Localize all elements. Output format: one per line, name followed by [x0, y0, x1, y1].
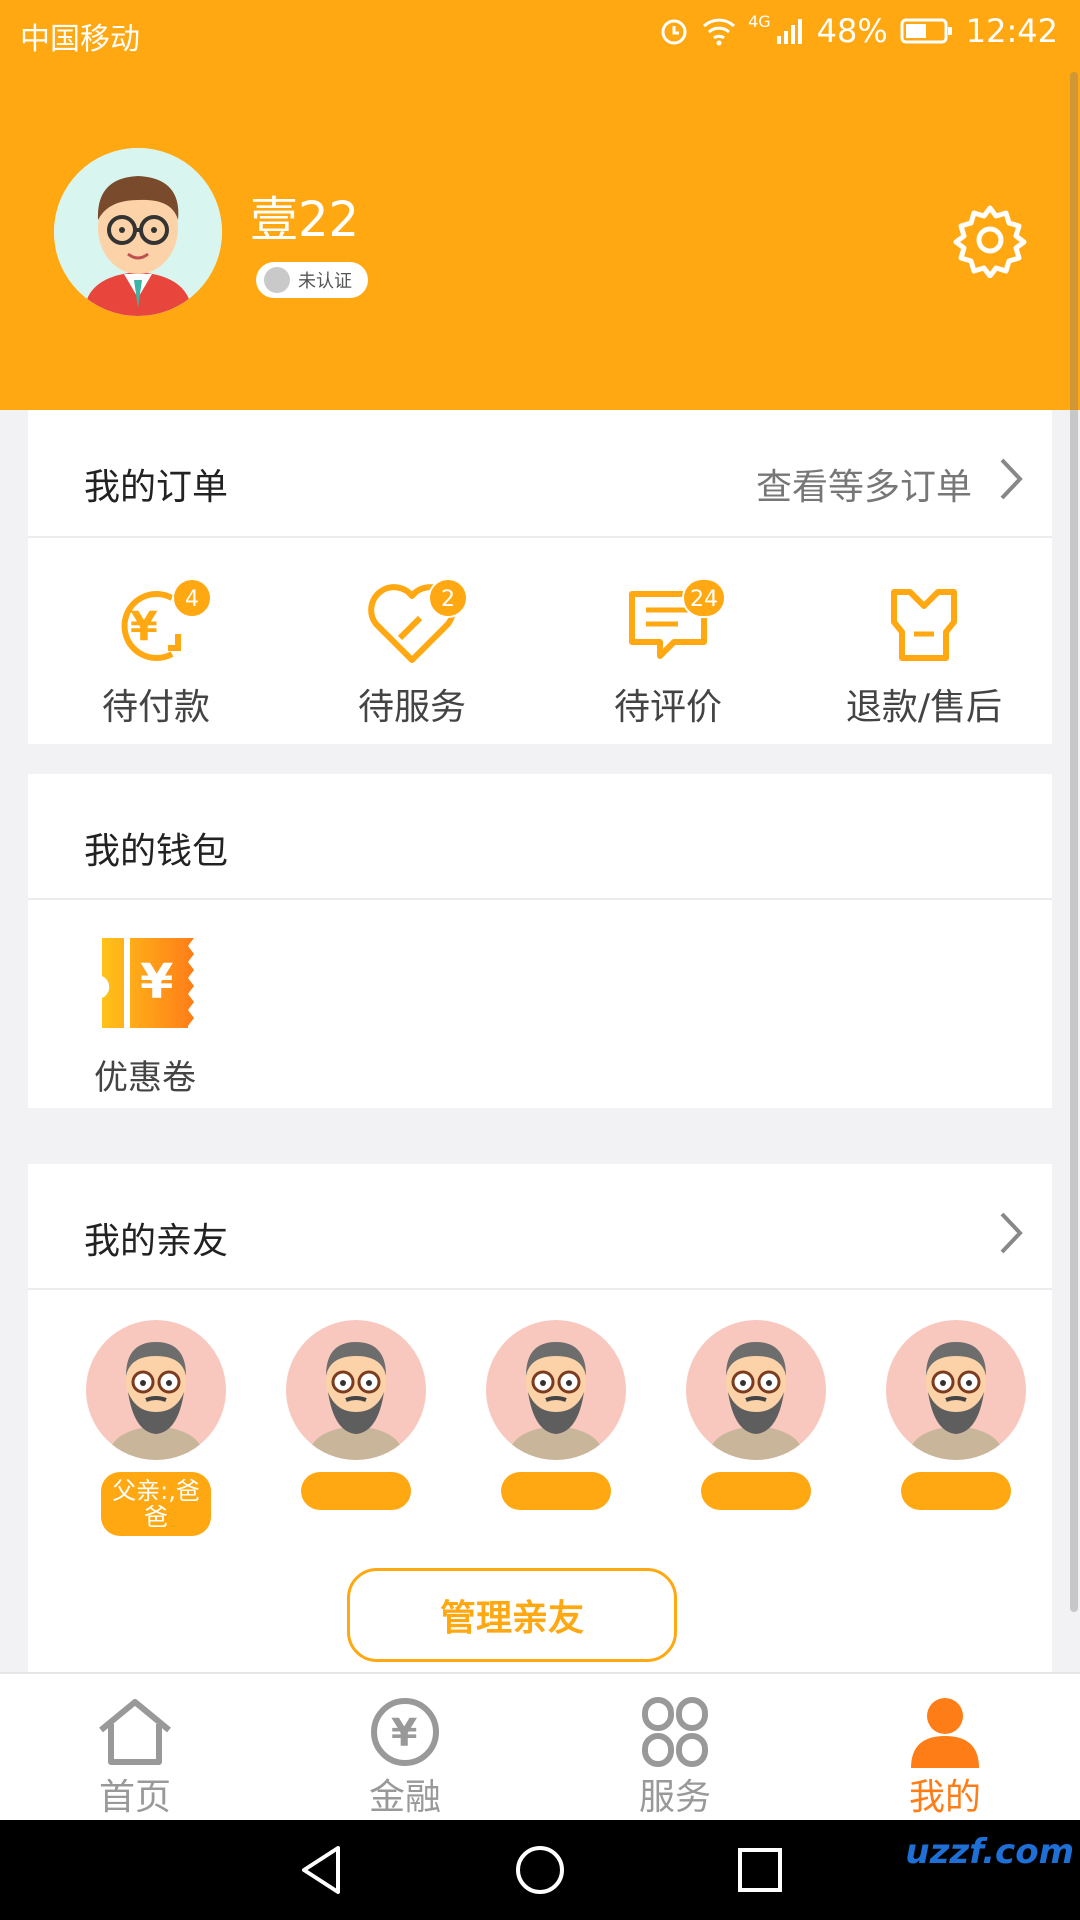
old-man-avatar-icon	[108, 1342, 204, 1460]
coupon-item[interactable]: ¥ 优惠卷	[28, 900, 268, 1108]
username: 壹22	[250, 192, 360, 248]
certification-badge[interactable]: 未认证	[256, 262, 368, 298]
system-nav-bar: uzzf.com	[0, 1820, 1080, 1920]
bottom-tab-bar: 首页 ¥ 金融 服务 我的	[0, 1672, 1080, 1820]
orders-card: 我的订单 查看等多订单 ¥ 4 待付款 2 待服务 24 待评价 退款/售后	[28, 410, 1052, 744]
friends-list: 父亲:,爸爸	[28, 1320, 1052, 1550]
chevron-right-icon[interactable]	[996, 1210, 1026, 1256]
avatar-illustration	[54, 148, 222, 316]
alarm-icon	[661, 19, 687, 45]
tab-label: 我的	[908, 1777, 981, 1818]
old-man-avatar-icon	[508, 1342, 604, 1460]
manage-friends-button[interactable]: 管理亲友	[347, 1568, 677, 1662]
friend-name-tag	[301, 1472, 411, 1510]
home-icon	[99, 1699, 171, 1765]
friend-avatar	[286, 1320, 426, 1460]
friend-avatar	[886, 1320, 1026, 1460]
signal-icon	[776, 19, 802, 44]
friends-title: 我的亲友	[84, 1221, 229, 1262]
home-circle-icon[interactable]	[510, 1840, 570, 1900]
cert-status-label: 未认证	[298, 271, 352, 292]
battery-percent: 48%	[816, 12, 888, 50]
order-status-row: ¥ 4 待付款 2 待服务 24 待评价 退款/售后	[28, 538, 1052, 744]
tab-finance[interactable]: ¥ 金融	[270, 1674, 540, 1822]
back-triangle-icon[interactable]	[292, 1840, 352, 1900]
carrier-label: 中国移动	[20, 22, 140, 57]
svg-text:¥: ¥	[130, 604, 158, 650]
grid-icon	[642, 1697, 708, 1767]
order-badge: 4	[172, 578, 212, 618]
tab-mine[interactable]: 我的	[810, 1674, 1080, 1822]
orders-title: 我的订单	[84, 467, 229, 508]
tab-services[interactable]: 服务	[540, 1674, 810, 1822]
old-man-avatar-icon	[708, 1342, 804, 1460]
gear-icon[interactable]	[952, 202, 1028, 278]
profile-header: 中国移动 4G 48% 12:42 壹22 未认证	[0, 0, 1080, 410]
more-orders-link[interactable]: 查看等多订单	[756, 458, 972, 510]
scrollbar[interactable]	[1070, 72, 1078, 1612]
order-pending-service[interactable]: 2 待服务	[284, 538, 540, 738]
order-badge: 2	[428, 578, 468, 618]
yuan-icon: ¥	[371, 1698, 439, 1766]
network-type: 4G	[748, 12, 771, 31]
wallet-title: 我的钱包	[84, 831, 229, 872]
coupon-label: 优惠卷	[94, 1058, 196, 1098]
friend-name-tag: 父亲:,爸爸	[101, 1472, 211, 1536]
person-icon	[911, 1698, 979, 1768]
status-bar: 中国移动 4G 48% 12:42	[0, 0, 1080, 68]
order-pending-payment[interactable]: ¥ 4 待付款	[28, 538, 284, 738]
friend-name-tag	[901, 1472, 1011, 1510]
order-badge: 24	[682, 578, 726, 618]
status-indicators: 4G 48% 12:42	[658, 12, 1058, 50]
order-label: 待服务	[357, 687, 466, 728]
coupon-icon: ¥	[102, 938, 194, 1028]
order-label: 退款/售后	[845, 687, 1003, 728]
old-man-avatar-icon	[308, 1342, 404, 1460]
friend-avatar	[486, 1320, 626, 1460]
friend-avatar	[86, 1320, 226, 1460]
chevron-right-icon[interactable]	[996, 456, 1026, 502]
order-pending-review[interactable]: 24 待评价	[540, 538, 796, 738]
wifi-icon	[703, 18, 736, 46]
battery-icon	[900, 18, 952, 44]
clock: 12:42	[965, 12, 1058, 50]
order-after-sale[interactable]: 退款/售后	[796, 538, 1052, 738]
svg-text:¥: ¥	[391, 1711, 417, 1755]
user-avatar[interactable]	[54, 148, 222, 316]
after-sale-icon	[891, 589, 957, 661]
svg-text:¥: ¥	[140, 954, 173, 1010]
friend-avatar	[686, 1320, 826, 1460]
watermark-logo: uzzf.com	[905, 1832, 1074, 1872]
old-man-avatar-icon	[908, 1342, 1004, 1460]
tab-label: 服务	[638, 1777, 711, 1818]
wallet-card: 我的钱包 ¥ 优惠卷	[28, 774, 1052, 1108]
tab-home[interactable]: 首页	[0, 1674, 270, 1822]
tab-label: 首页	[98, 1777, 171, 1818]
divider	[28, 1288, 1052, 1290]
order-label: 待付款	[101, 687, 210, 728]
order-label: 待评价	[613, 687, 722, 728]
friend-name-tag	[701, 1472, 811, 1510]
friend-name-tag	[501, 1472, 611, 1510]
diamond-icon	[264, 267, 290, 293]
tab-label: 金融	[368, 1777, 441, 1818]
recent-apps-icon[interactable]	[730, 1840, 790, 1900]
